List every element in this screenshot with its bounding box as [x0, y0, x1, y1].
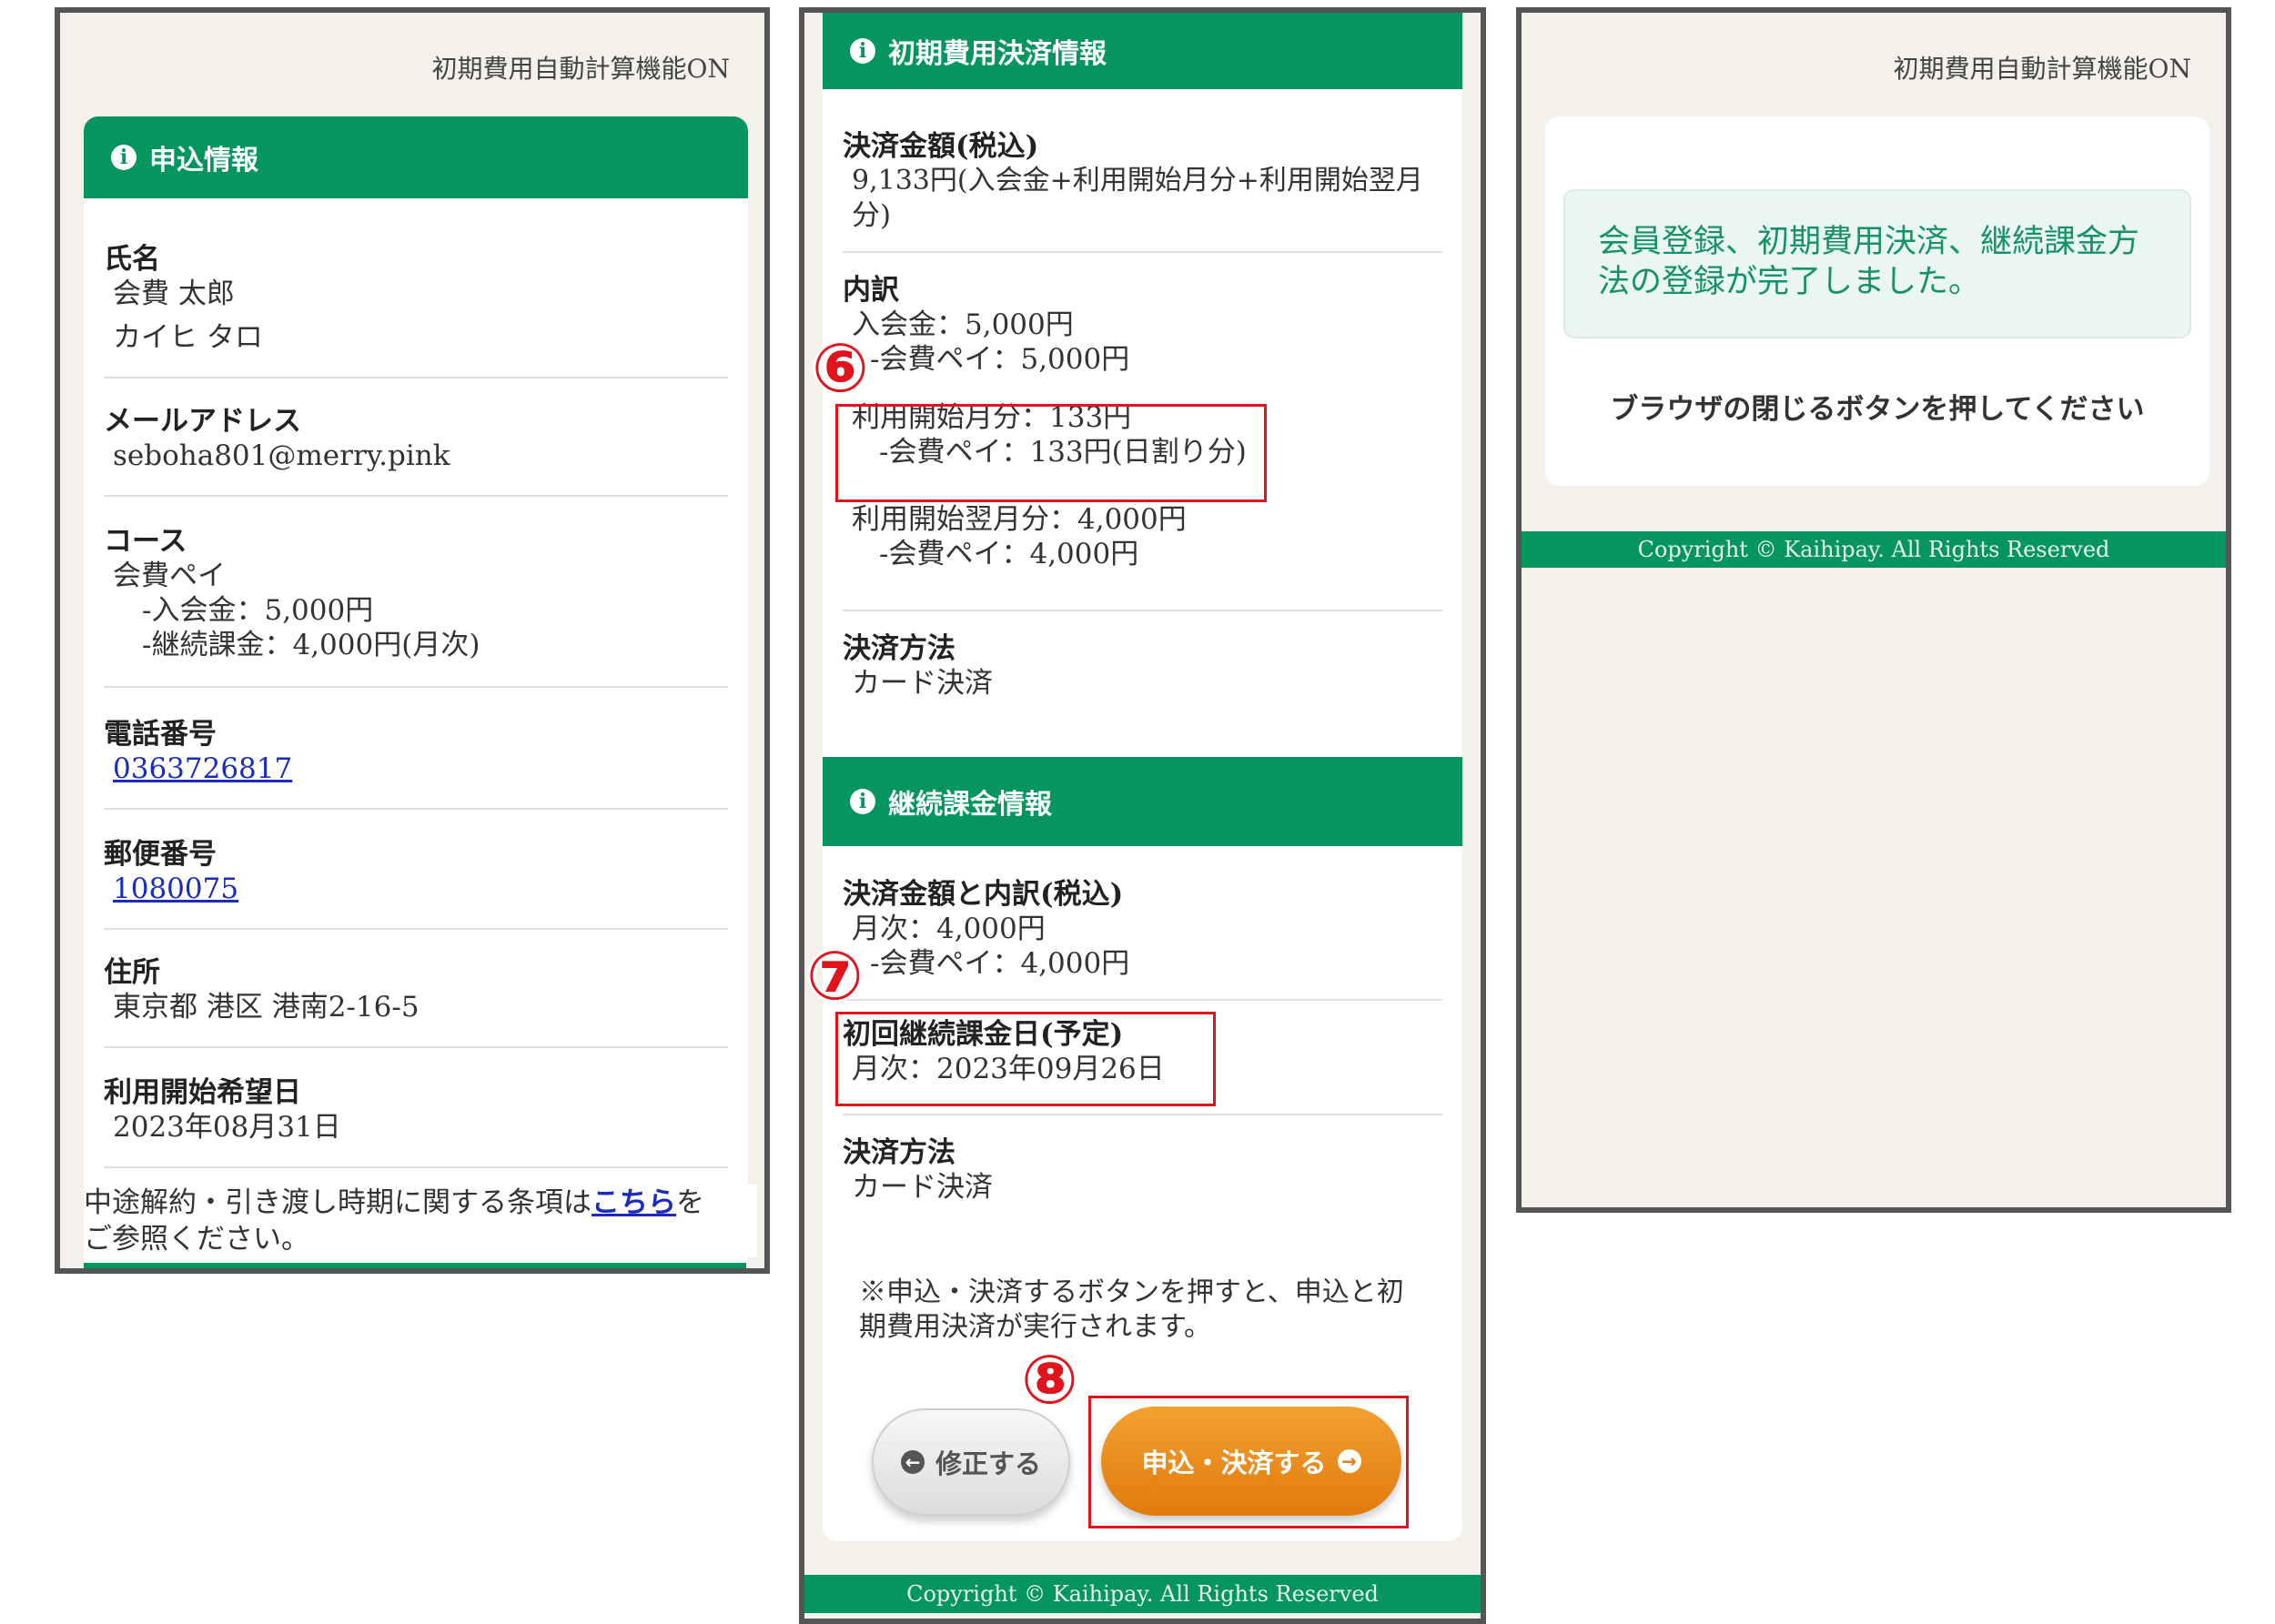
- badge-7: ⑦: [806, 937, 864, 1015]
- course-label: コース: [104, 525, 187, 558]
- callout-first-charge-date: [835, 1012, 1216, 1106]
- success-message: 会員登録、初期費用決済、継続課金方 法の登録が完了しました。: [1563, 189, 2191, 338]
- info-icon: i: [850, 789, 875, 814]
- back-arrow-icon: ←: [900, 1450, 925, 1474]
- recurring-monthly: 月次：4,000円: [852, 913, 1046, 945]
- initial-payment-title: 初期費用決済情報: [888, 38, 1107, 70]
- entry-fee-sub: -会費ペイ：5,000円: [870, 343, 1130, 376]
- recurring-method-label: 決済方法: [843, 1136, 956, 1169]
- callout-submit-button: [1088, 1396, 1409, 1528]
- recurring-method-value: カード決済: [852, 1171, 993, 1204]
- blank-area: [1522, 568, 2226, 1207]
- address-label: 住所: [104, 956, 160, 989]
- initial-payment-header: i 初期費用決済情報: [823, 13, 1462, 89]
- address-value: 東京都 港区 港南2-16-5: [113, 991, 420, 1024]
- recurring-amount-label: 決済金額と内訳(税込): [843, 878, 1124, 911]
- start-date-field: 利用開始希望日 2023年08月31日: [104, 1075, 728, 1168]
- name-kana: カイヒ タロ: [113, 321, 263, 354]
- phone-screen-application-info: 初期費用自動計算機能ON i 申込情報 氏名 会費 太郎 カイヒ タロ メールア…: [55, 7, 770, 1274]
- payment-panel: i 初期費用決済情報 決済金額(税込) 9,133円(入会金+利用開始月分+利用…: [823, 13, 1462, 1541]
- email-value: seboha801@merry.pink: [113, 439, 450, 472]
- method-field: 決済方法 カード決済: [843, 631, 1442, 722]
- phone-label: 電話番号: [104, 718, 217, 751]
- name-label: 氏名: [104, 243, 160, 276]
- recurring-method-field: 決済方法 カード決済: [843, 1135, 1442, 1226]
- phone-screen-complete: 初期費用自動計算機能ON 会員登録、初期費用決済、継続課金方 法の登録が完了しま…: [1516, 7, 2231, 1213]
- footer-copyright: Copyright © Kaihipay. All Rights Reserve…: [1522, 531, 2226, 568]
- start-date-label: 利用開始希望日: [104, 1076, 301, 1109]
- address-field: 住所 東京都 港区 港南2-16-5: [104, 955, 728, 1048]
- phone-screen-payment-confirm: i 初期費用決済情報 決済金額(税込) 9,133円(入会金+利用開始月分+利用…: [799, 7, 1486, 1624]
- email-label: メールアドレス: [104, 405, 301, 438]
- application-info-header: i 申込情報: [84, 116, 748, 198]
- recurring-monthly-sub: -会費ペイ：4,000円: [870, 947, 1130, 980]
- start-date-value: 2023年08月31日: [113, 1111, 341, 1144]
- entry-fee: 入会金：5,000円: [852, 308, 1074, 341]
- submit-note: ※申込・決済するボタンを押すと、申込と初 期費用決済が実行されます。: [859, 1276, 1404, 1343]
- green-bottom-strip: [84, 1263, 746, 1268]
- info-icon: i: [111, 145, 136, 170]
- name-value: 会費 太郎: [113, 277, 235, 310]
- next-month-sub: -会費ペイ：4,000円: [879, 538, 1139, 570]
- application-info-panel: i 申込情報 氏名 会費 太郎 カイヒ タロ メールアドレス seboha801…: [84, 116, 748, 1268]
- auto-calc-label: 初期費用自動計算機能ON: [431, 54, 730, 84]
- auto-calc-label: 初期費用自動計算機能ON: [1893, 54, 2191, 84]
- close-browser-instruction: ブラウザの閉じるボタンを押してください: [1610, 393, 2145, 426]
- course-recurring: -継続課金：4,000円(月次): [142, 629, 480, 661]
- badge-8: ⑧: [1021, 1341, 1078, 1419]
- breakdown-label: 内訳: [843, 274, 899, 307]
- recurring-title: 継続課金情報: [888, 789, 1052, 821]
- name-field: 氏名 会費 太郎 カイヒ タロ: [104, 242, 728, 378]
- postal-field: 郵便番号 1080075: [104, 837, 728, 930]
- course-field: コース 会費ペイ -入会金：5,000円 -継続課金：4,000円(月次): [104, 524, 728, 688]
- course-entry-fee: -入会金：5,000円: [142, 594, 374, 627]
- phone-field: 電話番号 0363726817: [104, 717, 728, 810]
- postal-link[interactable]: 1080075: [113, 873, 238, 905]
- method-label: 決済方法: [843, 632, 956, 665]
- next-month: 利用開始翌月分：4,000円: [852, 503, 1187, 536]
- course-name: 会費ペイ: [113, 560, 226, 592]
- phone-link[interactable]: 0363726817: [113, 752, 292, 785]
- footer-copyright: Copyright © Kaihipay. All Rights Reserve…: [804, 1575, 1481, 1613]
- amount-field: 決済金額(税込) 9,133円(入会金+利用開始月分+利用開始翌月 分): [843, 129, 1442, 253]
- recurring-header: i 継続課金情報: [823, 757, 1462, 846]
- info-icon: i: [850, 38, 875, 64]
- completion-panel: 会員登録、初期費用決済、継続課金方 法の登録が完了しました。 ブラウザの閉じるボ…: [1545, 116, 2209, 486]
- method-value: カード決済: [852, 667, 993, 700]
- callout-first-month-fee: [835, 404, 1267, 502]
- terms-link[interactable]: こちら: [592, 1186, 676, 1219]
- postal-label: 郵便番号: [104, 838, 217, 871]
- amount-line1: 9,133円(入会金+利用開始月分+利用開始翌月: [852, 165, 1423, 197]
- badge-6: ⑥: [812, 329, 869, 408]
- terms-notice: 中途解約・引き渡し時期に関する条項はこちらを ご参照ください。: [84, 1185, 757, 1257]
- email-field: メールアドレス seboha801@merry.pink: [104, 404, 728, 497]
- amount-line2: 分): [852, 199, 892, 232]
- section-title: 申込情報: [149, 145, 258, 177]
- edit-button[interactable]: ← 修正する: [872, 1408, 1070, 1516]
- recurring-amount-field: 決済金額と内訳(税込) 月次：4,000円 -会費ペイ：4,000円: [843, 877, 1442, 1001]
- amount-label: 決済金額(税込): [843, 130, 1039, 163]
